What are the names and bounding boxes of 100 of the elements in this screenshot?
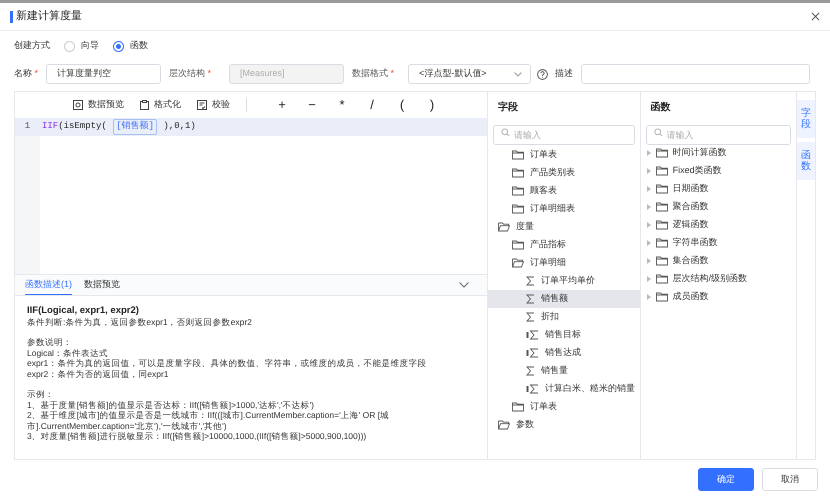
calculated-sigma-icon [526, 348, 540, 358]
doc-line: 3、对度量[销售额]进行脱敏显示：IIf([销售额]>10000,1000,(IIf([销售额]>5000,900,100))) [27, 431, 368, 442]
function-category[interactable]: 层次结构/级别函数 [640, 270, 796, 288]
calculated-sigma-icon [526, 384, 540, 394]
clipboard-icon [140, 100, 149, 110]
doc-line: 条件判断:条件为真，返回参数expr1，否则返回参数expr2 [27, 316, 253, 327]
description-label: 描述 [555, 67, 574, 80]
tree-item[interactable]: 产品类别表 [488, 164, 640, 182]
folder-icon [512, 402, 524, 412]
checklist-icon [197, 100, 207, 110]
tree-item[interactable]: 参数 [488, 416, 640, 434]
tree-item[interactable]: 折扣 [488, 308, 640, 326]
function-category[interactable]: 字符串函数 [640, 234, 796, 252]
help-icon[interactable] [537, 68, 548, 80]
operator-button[interactable]: * [327, 95, 357, 115]
tree-item[interactable]: 计算白米、糙米的销量 [488, 380, 640, 398]
function-category[interactable]: 日期函数 [640, 180, 796, 198]
side-tab[interactable]: 函数 [797, 142, 816, 180]
hierarchy-label: 层次结构 * [169, 67, 212, 80]
side-tab[interactable]: 字段 [797, 100, 816, 138]
search-field[interactable]: 请输入 [493, 125, 635, 145]
toolbar-button[interactable]: 数据预览 [73, 98, 124, 112]
caret-right-icon [646, 168, 651, 174]
caret-right-icon [646, 294, 651, 300]
name-label: 名称 * [14, 67, 40, 80]
toolbar-button[interactable]: 格式化 [140, 98, 181, 112]
radio-label: 向导 [81, 39, 99, 52]
chevron-down-icon[interactable] [459, 282, 470, 288]
create-mode-label: 创建方式 [14, 39, 50, 52]
radio-button[interactable] [113, 40, 124, 52]
tree-item[interactable]: 订单表 [488, 146, 640, 164]
folder-icon [656, 256, 668, 266]
folder-icon [512, 240, 524, 250]
operator-button[interactable]: ) [417, 95, 447, 115]
tree-item[interactable]: 销售额 [488, 290, 640, 308]
tree-item[interactable]: 订单表 [488, 398, 640, 416]
caret-right-icon [646, 258, 651, 264]
folder-icon [656, 202, 668, 212]
folder-icon [656, 166, 668, 176]
radio-label: 函数 [130, 39, 148, 52]
caret-right-icon [646, 276, 651, 282]
calculated-sigma-icon [526, 330, 540, 340]
caret-right-icon [646, 222, 651, 228]
tree-item[interactable]: 订单平均单价 [488, 272, 640, 290]
function-category[interactable]: Fixed类函数 [640, 162, 796, 180]
tree-item[interactable]: 度量 [488, 218, 640, 236]
doc-line: 参数说明： [27, 337, 73, 348]
tree-item[interactable]: 顾客表 [488, 182, 640, 200]
function-signature: IIF(Logical, expr1, expr2) [27, 306, 140, 316]
operator-button[interactable]: − [297, 95, 327, 115]
tab[interactable]: 函数描述(1) [25, 275, 72, 295]
folder-icon [512, 204, 524, 214]
function-category[interactable]: 成员函数 [640, 288, 796, 306]
tree-item[interactable]: 销售目标 [488, 326, 640, 344]
caret-right-icon [646, 186, 651, 192]
radio-button[interactable] [64, 40, 75, 52]
name-field[interactable]: 计算度量判空 [46, 64, 161, 84]
tree-item[interactable]: 销售量 [488, 362, 640, 380]
tree-item[interactable]: 产品指标 [488, 236, 640, 254]
operator-button[interactable]: ( [387, 95, 417, 115]
function-category[interactable]: 时间计算函数 [640, 144, 796, 162]
open-folder-icon [498, 420, 510, 430]
function-category[interactable]: 聚合函数 [640, 198, 796, 216]
title-accent [10, 10, 13, 22]
doc-line: expr2：条件为否的返回值，同expr1 [27, 368, 170, 379]
tab[interactable]: 数据预览 [84, 275, 120, 295]
folder-icon [656, 220, 668, 230]
folder-icon [656, 238, 668, 248]
panel-title: 函数 [650, 100, 672, 114]
close-icon[interactable] [811, 12, 820, 21]
search-icon [501, 128, 510, 137]
tree-item[interactable]: 订单明细 [488, 254, 640, 272]
tree-item[interactable]: 订单明细表 [488, 200, 640, 218]
search-field[interactable]: 请输入 [646, 125, 792, 145]
doc-line: 示例： [27, 389, 55, 400]
caret-right-icon [646, 204, 651, 210]
panel-title: 字段 [497, 100, 520, 114]
open-folder-icon [512, 258, 524, 268]
chevron-down-icon [514, 72, 522, 76]
cancel-button[interactable]: 取消 [762, 468, 818, 491]
doc-line: 1、基于度量[销售额]的值显示是否达标：IIf([销售额]>1000,'达标','不达标') [27, 400, 316, 410]
doc-line: expr1：条件为真的返回值，可以是度量字段、具体的数值、字符串，或维度的成员，不能是维度字段 [27, 358, 428, 368]
caret-right-icon [646, 240, 651, 246]
format-select[interactable]: <浮点型-默认值> [408, 64, 531, 84]
description-field[interactable] [581, 64, 810, 84]
folder-icon [656, 274, 668, 284]
function-category[interactable]: 集合函数 [640, 252, 796, 270]
caret-right-icon [646, 150, 651, 156]
operator-button[interactable]: + [267, 95, 297, 115]
doc-line: Logical：条件表达式 [27, 348, 109, 358]
format-label: 数据格式 * [352, 67, 396, 80]
open-folder-icon [498, 222, 510, 232]
line-number: 1 [24, 120, 30, 134]
toolbar-button[interactable]: 校验 [197, 98, 230, 112]
confirm-button[interactable]: 确定 [698, 468, 754, 491]
operator-button[interactable]: / [357, 95, 387, 115]
folder-icon [656, 148, 668, 158]
function-category[interactable]: 逻辑函数 [640, 216, 796, 234]
tree-item[interactable]: 销售达成 [488, 344, 640, 362]
dialog-title: 新建计算度量 [16, 8, 82, 24]
